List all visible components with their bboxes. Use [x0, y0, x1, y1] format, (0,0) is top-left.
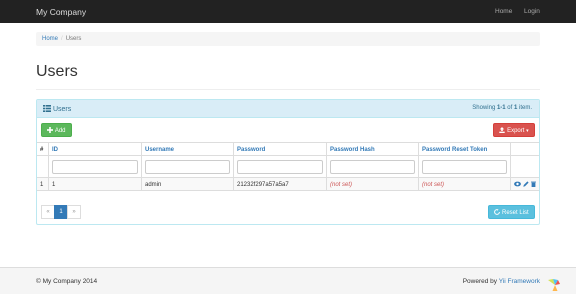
footer: © My Company 2014 Powered by Yii Framewo…: [0, 267, 576, 294]
pagination: « 1 »: [41, 205, 81, 219]
page-title: Users: [36, 63, 78, 80]
id-cell: 1: [48, 178, 141, 190]
add-button[interactable]: Add: [41, 123, 72, 137]
add-button-label: Add: [54, 128, 66, 134]
password-cell: 21232f297a57a5a7: [233, 178, 326, 190]
column-header-id[interactable]: ID: [48, 143, 141, 155]
table-row: 1 1 admin 21232f297a57a5a7 (not set) (no…: [37, 178, 539, 191]
id-filter-input[interactable]: [52, 160, 138, 174]
breadcrumb-home[interactable]: Home: [42, 36, 58, 42]
navbar: My Company Home Login: [0, 0, 576, 23]
export-button[interactable]: Export ▾: [493, 123, 535, 137]
brand-link[interactable]: My Company: [36, 7, 86, 17]
reset-token-filter-input[interactable]: [422, 160, 507, 174]
nav-home-link[interactable]: Home: [495, 8, 512, 15]
view-icon[interactable]: [514, 181, 521, 187]
username-filter-input[interactable]: [145, 160, 230, 174]
summary-text: Showing 1-1 of 1 item.: [472, 105, 532, 111]
refresh-icon: [494, 208, 501, 215]
caret-down-icon: ▾: [526, 128, 529, 134]
footer-copyright: © My Company 2014: [36, 278, 98, 285]
yii-framework-link[interactable]: Yii Framework: [499, 278, 540, 285]
username-cell: admin: [141, 178, 233, 190]
column-header-reset-token[interactable]: Password Reset Token: [418, 143, 510, 155]
edit-icon[interactable]: [523, 181, 529, 187]
column-header-username[interactable]: Username: [141, 143, 233, 155]
divider: [36, 89, 540, 90]
breadcrumb-separator: /: [61, 36, 63, 42]
table-header-row: # ID Username Password Password Hash Pas…: [37, 143, 539, 156]
row-number-cell: 1: [40, 182, 44, 188]
panel-heading: Users Showing 1-1 of 1 item.: [37, 100, 539, 118]
footer-powered-by: Powered by Yii Framework: [462, 278, 540, 285]
column-header-password-hash[interactable]: Password Hash: [326, 143, 418, 155]
column-header-password[interactable]: Password: [233, 143, 326, 155]
pagination-next[interactable]: »: [67, 205, 81, 219]
export-button-label: Export: [507, 128, 525, 134]
password-hash-filter-input[interactable]: [330, 160, 415, 174]
users-panel: Users Showing 1-1 of 1 item. Add Export …: [36, 99, 540, 225]
panel-title-text: Users: [52, 106, 72, 113]
pagination-prev[interactable]: «: [41, 205, 55, 219]
actions-cell: [510, 178, 539, 190]
breadcrumb: Home / Users: [36, 32, 540, 46]
password-filter-input[interactable]: [237, 160, 323, 174]
reset-token-cell: (not set): [418, 178, 510, 190]
breadcrumb-current: Users: [65, 36, 82, 42]
filter-row: [37, 156, 539, 178]
reset-list-label: Reset List: [501, 210, 529, 216]
password-hash-cell: (not set): [326, 178, 418, 190]
users-grid: # ID Username Password Password Hash Pas…: [37, 142, 539, 191]
column-header-number: #: [40, 147, 44, 153]
plus-icon: [47, 126, 54, 133]
list-icon: [43, 105, 51, 112]
reset-list-button[interactable]: Reset List: [488, 205, 535, 219]
nav-login-link[interactable]: Login: [524, 8, 540, 15]
column-header-actions: [510, 143, 539, 155]
export-icon: [499, 126, 506, 133]
delete-icon[interactable]: [531, 181, 536, 187]
yii-logo: [548, 279, 560, 291]
pagination-page-1[interactable]: 1: [54, 205, 68, 219]
panel-title: Users: [43, 105, 71, 113]
